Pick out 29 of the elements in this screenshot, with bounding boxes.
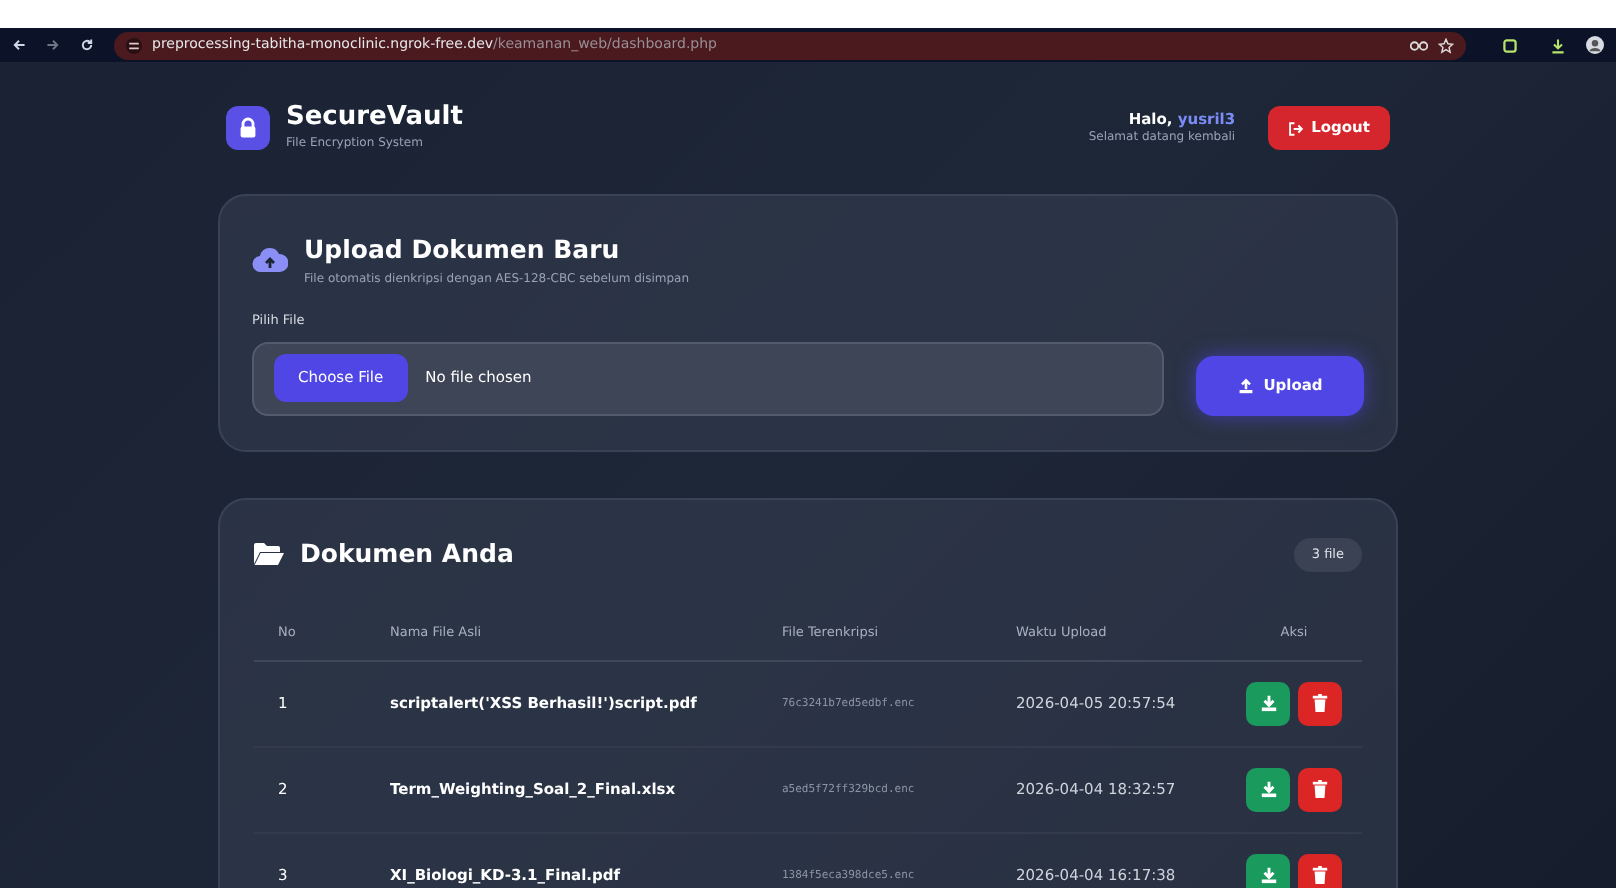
upload-title: Upload Dokumen Baru [304,232,622,268]
logout-icon [1287,121,1304,135]
download-button[interactable] [1246,853,1290,888]
download-icon [1259,780,1277,799]
password-key-icon[interactable] [1410,39,1428,51]
reload-icon[interactable] [80,38,94,52]
documents-title: Dokumen Anda [300,536,514,572]
forward-icon[interactable] [46,38,60,52]
site-info-icon[interactable] [126,37,142,53]
profile-avatar-icon[interactable] [1586,36,1604,54]
download-icon[interactable] [1550,37,1566,53]
download-button[interactable] [1246,767,1290,812]
trash-icon [1312,780,1328,799]
upload-icon [1237,377,1254,393]
download-button[interactable] [1246,681,1290,726]
download-icon [1259,694,1277,713]
trash-icon [1312,866,1328,885]
extension-icon[interactable] [1502,37,1518,53]
delete-button[interactable] [1298,767,1342,812]
download-icon [1259,866,1277,885]
folder-icon [254,542,284,567]
back-icon[interactable] [12,38,26,52]
delete-button[interactable] [1298,681,1342,726]
trash-icon [1312,694,1328,713]
cloud-upload-icon [252,246,288,273]
star-icon[interactable] [1438,37,1454,53]
delete-button[interactable] [1298,853,1342,888]
lock-logo-icon [226,105,270,150]
brand-name: SecureVault [286,104,463,134]
